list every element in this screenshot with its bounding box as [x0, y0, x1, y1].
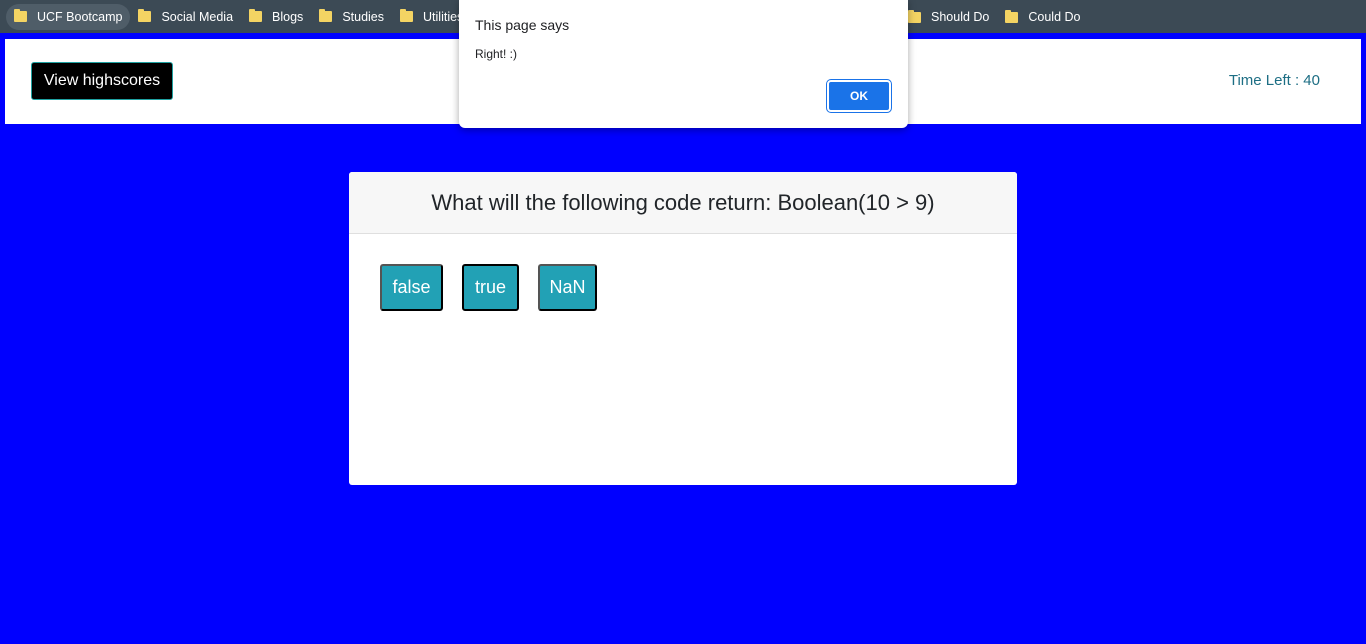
- choice-true-button[interactable]: true: [462, 264, 519, 311]
- bookmark-label: Utilities: [423, 9, 464, 24]
- bookmark-label: UCF Bootcamp: [37, 9, 123, 24]
- bookmark-label: Studies: [342, 9, 385, 24]
- folder-icon: [908, 9, 921, 23]
- answer-choices: false true NaN: [380, 264, 616, 311]
- time-left-text: Time Left : 40: [1228, 72, 1320, 89]
- folder-icon: [14, 9, 27, 22]
- alert-dialog: This page says Right! :) OK: [459, 0, 908, 128]
- dialog-message: Right! :): [475, 47, 518, 61]
- folder-icon: [1005, 9, 1019, 23]
- bookmark-should-do[interactable]: Should Do: [900, 4, 997, 30]
- question-text: What will the following code return: Boo…: [431, 189, 935, 215]
- bookmark-label: Should Do: [931, 10, 990, 24]
- choice-false-button[interactable]: false: [380, 264, 443, 311]
- quiz-card-header: What will the following code return: Boo…: [349, 172, 1017, 234]
- folder-icon: [249, 9, 263, 22]
- bookmark-label: Blogs: [272, 9, 304, 24]
- bookmark-studies[interactable]: Studies: [311, 4, 392, 30]
- bookmark-ucf-bootcamp[interactable]: UCF Bootcamp: [6, 3, 131, 30]
- bookmark-social-media[interactable]: Social Media: [130, 4, 241, 30]
- dialog-title: This page says: [475, 17, 570, 33]
- ok-button[interactable]: OK: [826, 79, 892, 113]
- view-highscores-button[interactable]: View highscores: [31, 62, 173, 100]
- bookmark-blogs[interactable]: Blogs: [241, 4, 311, 30]
- folder-icon: [138, 9, 152, 22]
- bookmark-label: Social Media: [161, 9, 234, 24]
- folder-icon: [400, 9, 414, 22]
- quiz-card: What will the following code return: Boo…: [349, 172, 1017, 485]
- choice-nan-button[interactable]: NaN: [538, 264, 597, 311]
- bookmark-label: Could Do: [1028, 10, 1081, 24]
- bookmark-could-do[interactable]: Could Do: [997, 4, 1088, 30]
- folder-icon: [319, 9, 333, 22]
